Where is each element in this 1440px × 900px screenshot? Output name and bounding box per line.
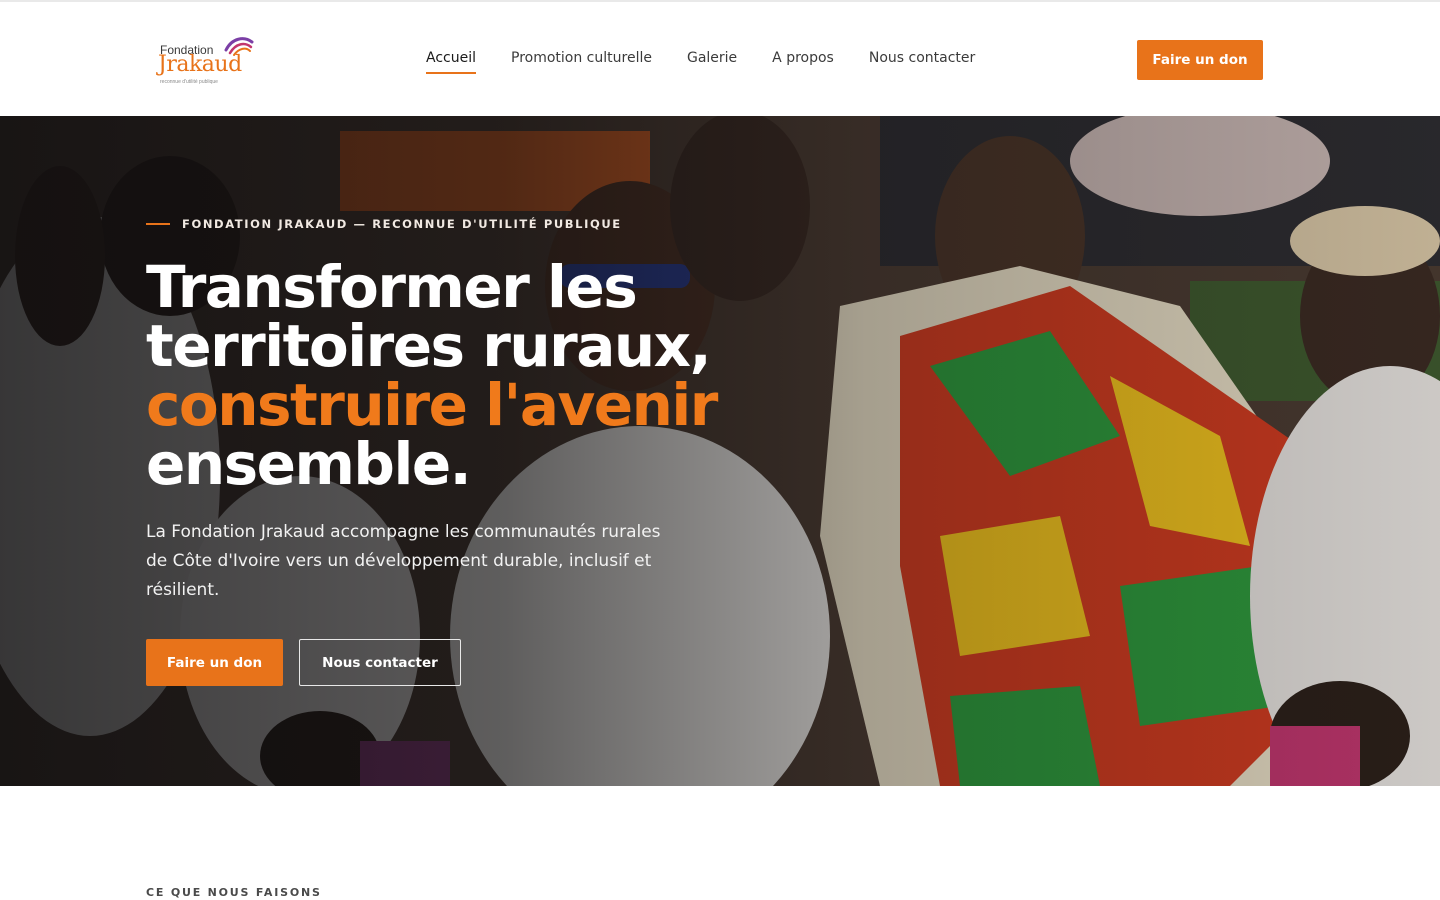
- eyebrow-text: FONDATION JRAKAUD — RECONNUE D'UTILITÉ P…: [182, 217, 622, 231]
- logo-swoosh-icon: [224, 37, 254, 56]
- logo-tagline: reconnue d'utilité publique: [160, 79, 218, 85]
- hero-title-part2: ensemble.: [146, 430, 472, 498]
- contact-button-hero[interactable]: Nous contacter: [299, 639, 461, 686]
- nav-item-nous-contacter[interactable]: Nous contacter: [869, 50, 975, 74]
- hero-title-accent: construire l'avenir: [146, 371, 718, 439]
- hero-eyebrow: FONDATION JRAKAUD — RECONNUE D'UTILITÉ P…: [146, 217, 622, 231]
- hero-description: La Fondation Jrakaud accompagne les comm…: [146, 522, 661, 600]
- donate-button-header[interactable]: Faire un don: [1137, 40, 1263, 80]
- hero-section: FONDATION JRAKAUD — RECONNUE D'UTILITÉ P…: [0, 116, 1440, 786]
- eyebrow-accent-line: [146, 223, 170, 225]
- nav-item-promotion-culturelle[interactable]: Promotion culturelle: [511, 50, 652, 74]
- site-header: Fondation Jrakaud reconnue d'utilité pub…: [0, 0, 1440, 116]
- logo[interactable]: Fondation Jrakaud reconnue d'utilité pub…: [158, 34, 254, 88]
- nav-item-galerie[interactable]: Galerie: [687, 50, 737, 74]
- section-label-ce-que-nous-faisons: CE QUE NOUS FAISONS: [146, 886, 322, 899]
- donate-button-hero[interactable]: Faire un don: [146, 639, 283, 686]
- hero-title: Transformer les territoires ruraux, cons…: [146, 258, 786, 494]
- nav-item-a-propos[interactable]: A propos: [772, 50, 834, 74]
- nav-item-accueil[interactable]: Accueil: [426, 50, 476, 74]
- hero-title-part1: Transformer les territoires ruraux,: [146, 253, 712, 380]
- main-nav: Accueil Promotion culturelle Galerie A p…: [426, 50, 975, 74]
